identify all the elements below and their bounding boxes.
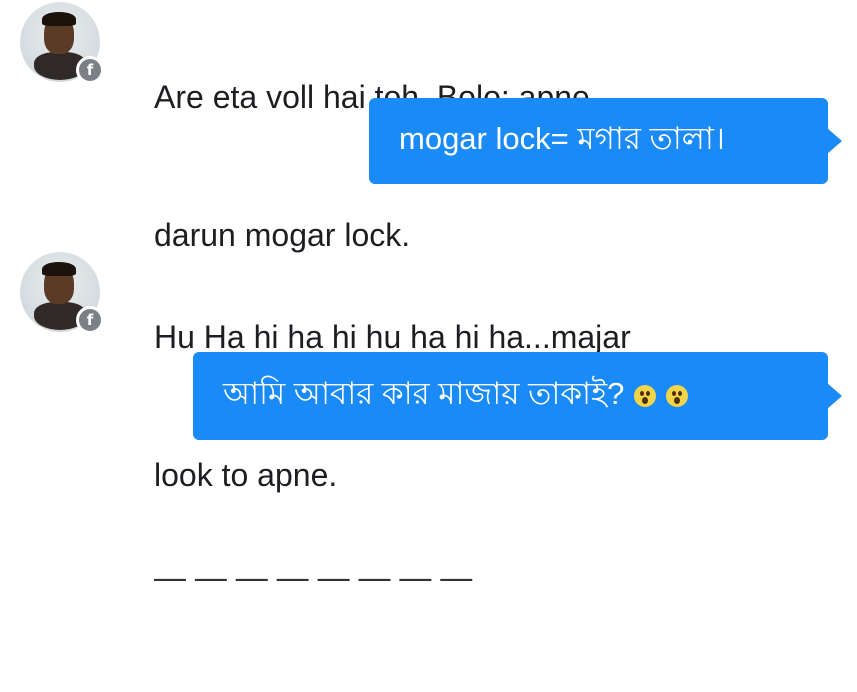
avatar-hair (42, 262, 76, 276)
outgoing-bubble-1[interactable]: mogar lock= মগার তালা। (369, 98, 842, 184)
outgoing-bubble-2[interactable]: আমি আবার কার মাজায় তাকাই? (193, 352, 842, 440)
bubble-text: mogar lock= মগার তালা। (399, 121, 725, 156)
avatar-hair (42, 12, 76, 26)
chat-thread: f Are eta voll hai toh. Bolo: apne darun… (0, 0, 857, 595)
sender-avatar[interactable]: f (20, 2, 104, 84)
astonished-face-icon (634, 385, 657, 407)
sender-avatar[interactable]: f (20, 252, 104, 334)
facebook-badge-icon: f (76, 306, 104, 334)
facebook-badge-icon: f (76, 56, 104, 84)
incoming-message-3[interactable]: — — — — — — — — (154, 462, 472, 692)
astonished-face-icon (666, 385, 689, 407)
message-line: — — — — — — — — (154, 559, 473, 595)
bubble-text: আমি আবার কার মাজায় তাকাই? (223, 376, 625, 411)
